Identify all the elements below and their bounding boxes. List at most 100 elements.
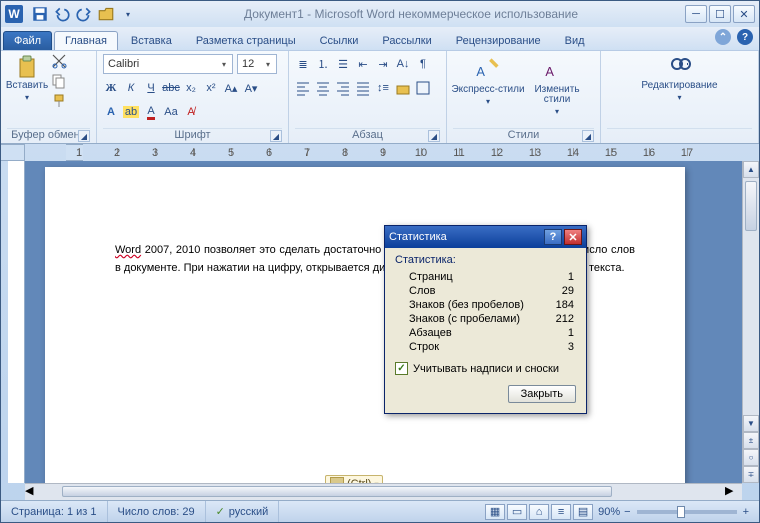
copy-icon[interactable] <box>51 73 67 89</box>
line-spacing-icon[interactable]: ↕≡ <box>375 80 391 96</box>
tab-review[interactable]: Рецензирование <box>445 31 552 50</box>
grow-font-icon[interactable]: A▴ <box>223 80 239 96</box>
borders-icon[interactable] <box>415 80 431 96</box>
include-footnotes-checkbox[interactable]: ✓ <box>395 362 408 375</box>
word-app-icon: W <box>5 5 23 23</box>
font-color-icon[interactable]: A <box>143 104 159 120</box>
scroll-left-icon[interactable]: ◀ <box>25 484 42 500</box>
justify-icon[interactable] <box>355 80 371 96</box>
maximize-button[interactable]: ☐ <box>709 5 731 23</box>
qat-dropdown-icon[interactable]: ▾ <box>119 5 137 23</box>
redo-icon[interactable] <box>75 5 93 23</box>
horizontal-scrollbar[interactable]: ◀ ▶ <box>25 483 742 500</box>
status-language[interactable]: ✓ русский <box>206 501 280 522</box>
help-icon[interactable]: ? <box>737 29 753 45</box>
find-button[interactable]: Редактирование▾ <box>640 53 720 128</box>
increase-indent-icon[interactable]: ⇥ <box>375 56 391 72</box>
text-effects-icon[interactable]: A <box>103 104 119 120</box>
stat-row: Строк3 <box>395 340 576 354</box>
font-launcher[interactable]: ◢ <box>270 130 282 142</box>
status-words[interactable]: Число слов: 29 <box>108 501 206 522</box>
view-print-layout-icon[interactable]: ▦ <box>485 504 505 520</box>
tab-file[interactable]: Файл <box>3 31 52 50</box>
superscript-icon[interactable]: x² <box>203 80 219 96</box>
paste-options-icon <box>330 477 344 483</box>
paste-button[interactable]: Вставить ▾ <box>7 53 47 128</box>
ribbon-minimize-icon[interactable]: ⌃ <box>715 29 731 45</box>
zoom-slider[interactable] <box>637 510 737 514</box>
clear-format-icon[interactable]: A̸ <box>183 104 199 120</box>
underline-icon[interactable]: Ч <box>143 80 159 96</box>
view-reading-icon[interactable]: ▭ <box>507 504 527 520</box>
open-icon[interactable] <box>97 5 115 23</box>
spellcheck-icon: ✓ <box>216 505 225 518</box>
paste-options-button[interactable]: (Ctrl) ▾ <box>325 475 383 483</box>
zoom-level[interactable]: 90% <box>598 506 620 518</box>
change-case-icon[interactable]: Aa <box>163 104 179 120</box>
stat-row: Страниц1 <box>395 270 576 284</box>
close-button[interactable]: ✕ <box>733 5 755 23</box>
change-styles-button[interactable]: A Изменить стили▾ <box>527 53 587 128</box>
status-page[interactable]: Страница: 1 из 1 <box>1 501 108 522</box>
scroll-down-icon[interactable]: ▼ <box>743 415 759 432</box>
view-web-icon[interactable]: ⌂ <box>529 504 549 520</box>
strikethrough-icon[interactable]: abc <box>163 80 179 96</box>
dialog-close-button[interactable]: ✕ <box>564 229 582 245</box>
highlight-icon[interactable]: ab <box>123 104 139 120</box>
undo-icon[interactable] <box>53 5 71 23</box>
tab-references[interactable]: Ссылки <box>309 31 370 50</box>
paragraph-launcher[interactable]: ◢ <box>428 130 440 142</box>
shrink-font-icon[interactable]: A▾ <box>243 80 259 96</box>
clipboard-launcher[interactable]: ◢ <box>78 130 90 142</box>
scroll-right-icon[interactable]: ▶ <box>725 484 742 500</box>
styles-launcher[interactable]: ◢ <box>582 130 594 142</box>
scroll-up-icon[interactable]: ▲ <box>743 161 759 178</box>
show-marks-icon[interactable]: ¶ <box>415 56 431 72</box>
subscript-icon[interactable]: x₂ <box>183 80 199 96</box>
decrease-indent-icon[interactable]: ⇤ <box>355 56 371 72</box>
next-page-icon[interactable]: ∓ <box>743 466 759 483</box>
ruler-toggle[interactable] <box>1 144 25 161</box>
shading-icon[interactable] <box>395 80 411 96</box>
view-draft-icon[interactable]: ▤ <box>573 504 593 520</box>
scroll-thumb-v[interactable] <box>745 181 757 231</box>
multilevel-icon[interactable]: ☰ <box>335 56 351 72</box>
prev-page-icon[interactable]: ± <box>743 432 759 449</box>
zoom-in-icon[interactable]: + <box>743 506 749 518</box>
stat-row: Знаков (с пробелами)212 <box>395 312 576 326</box>
numbering-icon[interactable]: ⒈ <box>315 56 331 72</box>
minimize-button[interactable]: ─ <box>685 5 707 23</box>
browse-object-icon[interactable]: ○ <box>743 449 759 466</box>
align-right-icon[interactable] <box>335 80 351 96</box>
view-outline-icon[interactable]: ≡ <box>551 504 571 520</box>
tab-home[interactable]: Главная <box>54 31 118 50</box>
dialog-title: Статистика <box>389 231 542 243</box>
window-title: Документ1 - Microsoft Word некоммерческо… <box>137 7 685 21</box>
scroll-thumb-h[interactable] <box>62 486 612 497</box>
cut-icon[interactable] <box>51 53 67 69</box>
font-name-combo[interactable]: Calibri▾ <box>103 54 233 74</box>
dialog-heading: Статистика: <box>395 254 576 266</box>
tab-mailings[interactable]: Рассылки <box>371 31 442 50</box>
dialog-help-button[interactable]: ? <box>544 229 562 245</box>
bullets-icon[interactable]: ≣ <box>295 56 311 72</box>
sort-icon[interactable]: A↓ <box>395 56 411 72</box>
tab-view[interactable]: Вид <box>554 31 596 50</box>
svg-text:A: A <box>545 64 554 79</box>
align-center-icon[interactable] <box>315 80 331 96</box>
stat-row: Слов29 <box>395 284 576 298</box>
vertical-scrollbar[interactable]: ▲ ▼ ± ○ ∓ <box>742 161 759 483</box>
quick-styles-button[interactable]: A Экспресс-стили▾ <box>453 53 523 128</box>
italic-icon[interactable]: К <box>123 80 139 96</box>
save-icon[interactable] <box>31 5 49 23</box>
vertical-ruler[interactable] <box>8 161 25 483</box>
svg-text:A: A <box>476 64 485 79</box>
font-size-combo[interactable]: 12▾ <box>237 54 277 74</box>
align-left-icon[interactable] <box>295 80 311 96</box>
tab-layout[interactable]: Разметка страницы <box>185 31 307 50</box>
zoom-out-icon[interactable]: − <box>624 506 630 518</box>
bold-icon[interactable]: Ж <box>103 80 119 96</box>
tab-insert[interactable]: Вставка <box>120 31 183 50</box>
dialog-close-ok-button[interactable]: Закрыть <box>508 385 576 403</box>
format-painter-icon[interactable] <box>51 93 67 109</box>
